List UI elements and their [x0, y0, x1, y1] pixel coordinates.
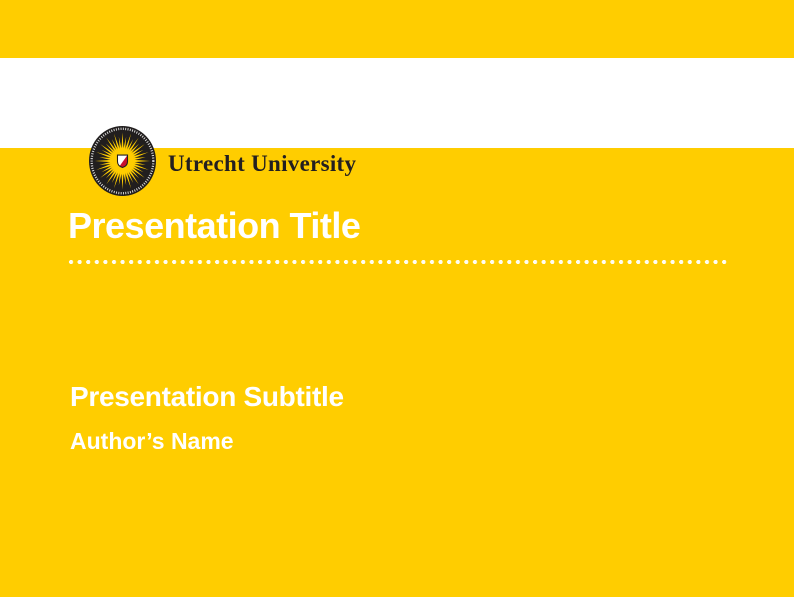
logo-band: Utrecht University: [0, 58, 794, 148]
presentation-title: Presentation Title: [68, 208, 360, 244]
author-name: Author’s Name: [70, 430, 234, 453]
utrecht-university-logo-icon: [89, 126, 156, 196]
title-slide: Utrecht University Presentation Title Pr…: [0, 0, 794, 597]
top-yellow-band: [0, 0, 794, 58]
presentation-subtitle: Presentation Subtitle: [70, 383, 344, 411]
university-name: Utrecht University: [168, 152, 356, 175]
dotted-divider: [68, 259, 729, 265]
